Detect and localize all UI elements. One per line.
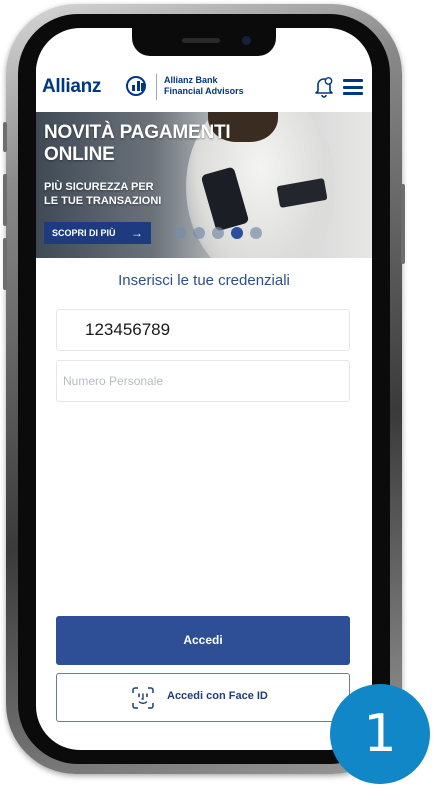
brand-subtitle: Allianz Bank Financial Advisors xyxy=(164,75,244,97)
carousel-dot[interactable] xyxy=(174,227,186,239)
stage: Allianz Allianz Bank Financial Advisors xyxy=(0,0,437,800)
front-camera xyxy=(242,36,251,45)
arrow-right-icon: → xyxy=(131,226,143,240)
banner-subtitle: PIÙ SICUREZZA PER LE TUE TRANSAZIONI xyxy=(44,180,161,208)
app-header: Allianz Allianz Bank Financial Advisors xyxy=(36,64,372,112)
brand-logo-text: Allianz xyxy=(42,76,102,97)
discover-more-button[interactable]: SCOPRI DI PIÙ → xyxy=(44,222,151,244)
carousel-dot[interactable] xyxy=(212,227,224,239)
banner-subtitle-line2: LE TUE TRANSAZIONI xyxy=(44,195,162,207)
phone-side-button xyxy=(3,122,7,152)
brand-subtitle-line2: Financial Advisors xyxy=(164,86,244,96)
banner-title-line2: ONLINE xyxy=(44,144,115,165)
banner-title: NOVITÀ PAGAMENTI ONLINE xyxy=(44,122,231,166)
username-value: 123456789 xyxy=(85,320,171,339)
hamburger-menu-icon[interactable] xyxy=(343,79,363,95)
face-id-label: Accedi con Face ID xyxy=(167,690,268,702)
phone-power-button xyxy=(401,184,405,264)
carousel-dot-active[interactable] xyxy=(231,227,243,239)
discover-more-label: SCOPRI DI PIÙ xyxy=(52,228,116,238)
phone-notch xyxy=(132,28,276,56)
username-field[interactable]: 123456789 xyxy=(56,309,350,351)
allianz-logo-icon xyxy=(126,76,146,96)
phone-frame: Allianz Allianz Bank Financial Advisors xyxy=(3,4,405,774)
header-divider xyxy=(156,74,157,100)
notification-bell-icon[interactable] xyxy=(314,76,334,98)
phone-volume-up-button xyxy=(3,174,7,226)
carousel-dot[interactable] xyxy=(250,227,262,239)
face-id-icon xyxy=(131,686,155,710)
promo-banner[interactable]: NOVITÀ PAGAMENTI ONLINE PIÙ SICUREZZA PE… xyxy=(36,112,372,258)
banner-title-line1: NOVITÀ PAGAMENTI xyxy=(44,122,231,143)
credentials-heading: Inserisci le tue credenziali xyxy=(118,272,290,289)
carousel-dot[interactable] xyxy=(193,227,205,239)
personal-number-field[interactable]: Numero Personale xyxy=(56,360,350,402)
banner-subtitle-line1: PIÙ SICUREZZA PER xyxy=(44,181,154,193)
phone-screen: Allianz Allianz Bank Financial Advisors xyxy=(36,28,372,750)
speaker-grill xyxy=(182,38,220,43)
face-id-login-button[interactable]: Accedi con Face ID xyxy=(56,673,350,722)
step-number-badge: 1 xyxy=(330,684,430,784)
brand-subtitle-line1: Allianz Bank xyxy=(164,75,218,85)
personal-number-placeholder: Numero Personale xyxy=(63,374,164,388)
phone-volume-down-button xyxy=(3,238,7,290)
login-button[interactable]: Accedi xyxy=(56,616,350,665)
